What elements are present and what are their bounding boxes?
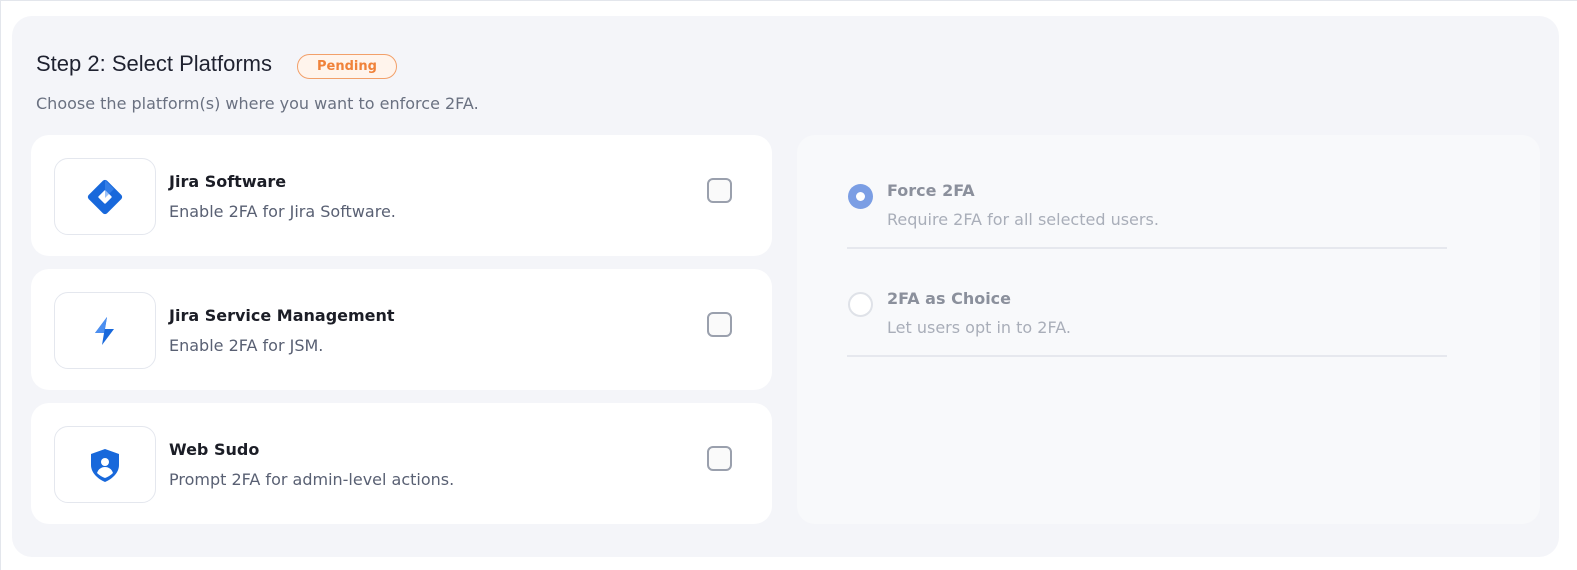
option-force-2fa[interactable]: Force 2FA Require 2FA for all selected u… [847, 141, 1447, 249]
option-description: Require 2FA for all selected users. [887, 210, 1159, 229]
platform-description: Enable 2FA for JSM. [169, 336, 324, 355]
platform-card-jira-software[interactable]: Jira Software Enable 2FA for Jira Softwa… [31, 135, 772, 256]
platform-name: Web Sudo [169, 440, 260, 459]
jira-software-icon [87, 179, 123, 214]
step-title: Step 2: Select Platforms [36, 51, 272, 76]
enforcement-options-panel: Force 2FA Require 2FA for all selected u… [797, 135, 1540, 524]
platform-icon-box [54, 292, 156, 369]
platform-checkbox-web-sudo[interactable] [707, 446, 732, 471]
platform-card-jira-service-management[interactable]: Jira Service Management Enable 2FA for J… [31, 269, 772, 390]
option-description: Let users opt in to 2FA. [887, 318, 1071, 337]
web-sudo-shield-icon [91, 448, 119, 482]
platform-checkbox-jira-service-management[interactable] [707, 312, 732, 337]
platform-name: Jira Service Management [169, 306, 395, 325]
status-badge: Pending [297, 54, 397, 79]
platform-card-web-sudo[interactable]: Web Sudo Prompt 2FA for admin-level acti… [31, 403, 772, 524]
platform-name: Jira Software [169, 172, 287, 191]
platform-description: Enable 2FA for Jira Software. [169, 202, 396, 221]
radio-2fa-as-choice[interactable] [848, 292, 873, 317]
platform-icon-box [54, 158, 156, 235]
jira-service-management-icon [95, 316, 114, 345]
radio-force-2fa[interactable] [848, 184, 873, 209]
option-2fa-as-choice[interactable]: 2FA as Choice Let users opt in to 2FA. [847, 249, 1447, 357]
platform-checkbox-jira-software[interactable] [707, 178, 732, 203]
option-label: Force 2FA [887, 181, 975, 200]
platform-icon-box [54, 426, 156, 503]
platform-description: Prompt 2FA for admin-level actions. [169, 470, 455, 489]
step-subtitle: Choose the platform(s) where you want to… [36, 94, 479, 113]
option-label: 2FA as Choice [887, 289, 1012, 308]
